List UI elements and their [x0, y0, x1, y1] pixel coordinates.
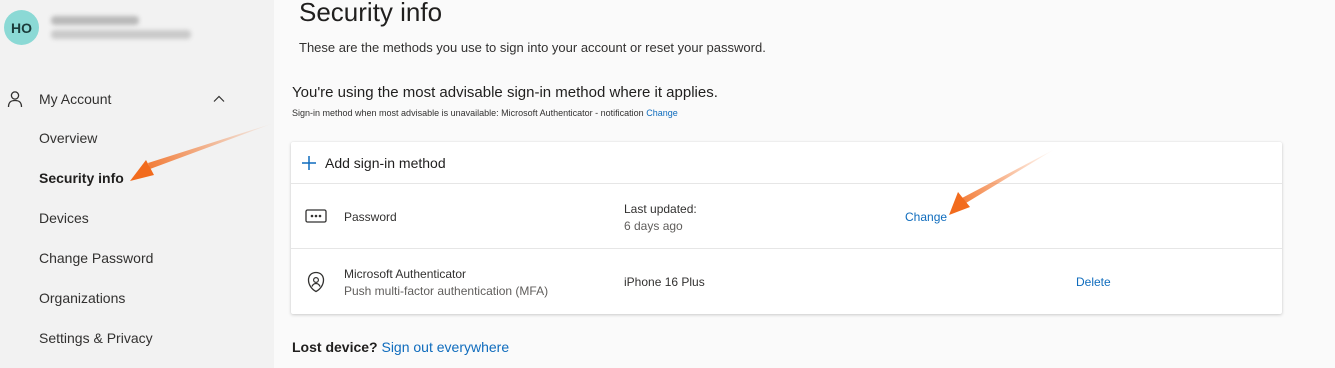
- advisable-message: You're using the most advisable sign-in …: [292, 84, 718, 101]
- avatar[interactable]: HO: [4, 10, 39, 45]
- advisable-fallback-label: Sign-in method when most advisable is un…: [292, 108, 644, 118]
- profile-name-blurred: [51, 16, 139, 25]
- person-icon: [7, 91, 23, 108]
- sidebar-item-settings-privacy[interactable]: Settings & Privacy: [0, 318, 274, 358]
- methods-card: Add sign-in method Password Last updated…: [291, 142, 1282, 314]
- advisable-fallback-text: Sign-in method when most advisable is un…: [292, 108, 678, 118]
- method-subtitle: Push multi-factor authentication (MFA): [344, 284, 549, 298]
- sidebar-item-overview[interactable]: Overview: [0, 118, 274, 158]
- nav-header-label: My Account: [39, 91, 112, 107]
- method-name: Password: [344, 210, 397, 224]
- profile-email-blurred: [51, 30, 191, 39]
- nav-group-my-account: My Account Overview Security info Device…: [0, 80, 274, 358]
- sidebar-item-organizations[interactable]: Organizations: [0, 278, 274, 318]
- main-content: Security info These are the methods you …: [274, 0, 1335, 368]
- method-name: Microsoft Authenticator: [344, 267, 467, 281]
- password-icon: [305, 209, 327, 223]
- profile-details-redacted: [51, 11, 191, 44]
- sidebar-item-change-password[interactable]: Change Password: [0, 238, 274, 278]
- method-row-password: Password Last updated: 6 days ago Change: [291, 184, 1282, 249]
- method-row-authenticator: Microsoft Authenticator Push multi-facto…: [291, 249, 1282, 314]
- page-title: Security info: [299, 0, 443, 27]
- add-sign-in-method-label: Add sign-in method: [325, 154, 446, 171]
- profile[interactable]: HO: [4, 10, 191, 45]
- nav-header-my-account[interactable]: My Account: [0, 80, 274, 118]
- method-detail-label: Last updated:: [624, 202, 697, 216]
- plus-icon: [302, 155, 316, 170]
- authenticator-icon: [307, 271, 325, 293]
- lost-device-line: Lost device? Sign out everywhere: [292, 339, 509, 355]
- page-description: These are the methods you use to sign in…: [299, 40, 766, 55]
- change-password-link[interactable]: Change: [905, 210, 947, 224]
- sidebar-item-devices[interactable]: Devices: [0, 198, 274, 238]
- method-detail-value: 6 days ago: [624, 219, 683, 233]
- add-sign-in-method-button[interactable]: Add sign-in method: [291, 142, 1282, 184]
- delete-authenticator-link[interactable]: Delete: [1076, 275, 1111, 289]
- lost-device-label: Lost device?: [292, 339, 378, 355]
- sidebar: HO My Account Overview Security info Dev…: [0, 0, 274, 368]
- change-default-method-link[interactable]: Change: [646, 108, 678, 118]
- sign-out-everywhere-link[interactable]: Sign out everywhere: [381, 339, 509, 355]
- chevron-up-icon[interactable]: [212, 92, 226, 106]
- sidebar-item-security-info[interactable]: Security info: [0, 158, 274, 198]
- method-device: iPhone 16 Plus: [624, 275, 705, 289]
